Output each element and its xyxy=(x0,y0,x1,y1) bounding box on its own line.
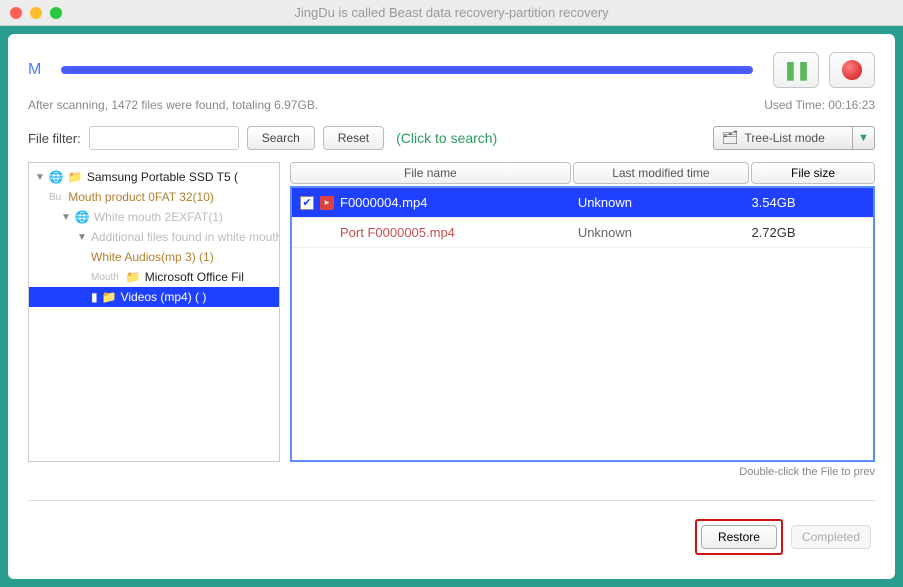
view-mode-selector[interactable]: 🗂 Tree-List mode ▼ xyxy=(713,126,875,150)
status-row: After scanning, 1472 files were found, t… xyxy=(28,98,875,112)
completed-button[interactable]: Completed xyxy=(791,525,871,549)
disclosure-icon[interactable]: ▼ xyxy=(35,172,45,183)
progress-bar xyxy=(61,66,753,74)
view-mode-body[interactable]: 🗂 Tree-List mode xyxy=(713,126,853,150)
divider xyxy=(28,500,875,501)
pause-icon: ❚❚ xyxy=(783,60,809,81)
file-modified: Unknown xyxy=(578,225,752,240)
column-headers: File name Last modified time File size xyxy=(290,162,875,184)
tree-icon: 🗂 xyxy=(722,130,739,146)
tree-node-selected[interactable]: ▮ 📁 Videos (mp4) ( ) xyxy=(29,287,279,307)
stop-button[interactable] xyxy=(829,52,875,88)
col-size[interactable]: File size xyxy=(751,162,875,184)
tree-label: Additional files found in white mouth (3… xyxy=(91,230,280,244)
file-icon: ▮ xyxy=(91,290,98,304)
reset-button[interactable]: Reset xyxy=(323,126,384,150)
folder-icon: 📁 xyxy=(68,170,83,184)
file-row[interactable]: ✔ ▸ F0000004.mp4 Unknown 3.54GB xyxy=(292,188,873,218)
file-name: F0000004.mp4 xyxy=(340,195,427,210)
top-controls: M ❚❚ xyxy=(28,52,875,88)
search-hint: (Click to search) xyxy=(396,130,497,146)
file-size: 3.54GB xyxy=(751,195,873,210)
tree-node[interactable]: Bu Mouth product 0FAT 32(10) xyxy=(29,187,279,207)
chevron-down-icon[interactable]: ▼ xyxy=(853,126,875,150)
file-row[interactable]: Port F0000005.mp4 Unknown 2.72GB xyxy=(292,218,873,248)
tree-label: White Audios(mp 3) (1) xyxy=(91,250,214,264)
tree-node[interactable]: Mouth 📁 Microsoft Office Fil xyxy=(29,267,279,287)
bottom-hint: Double-click the File to prev xyxy=(28,466,875,478)
tree-prefix: Mouth xyxy=(91,272,119,283)
file-name: Port F0000005.mp4 xyxy=(340,225,455,240)
view-mode-label: Tree-List mode xyxy=(745,131,825,145)
file-name-cell: Port F0000005.mp4 xyxy=(292,225,578,240)
restore-button[interactable]: Restore xyxy=(701,525,777,549)
col-filename[interactable]: File name xyxy=(290,162,571,184)
folder-icon: 📁 xyxy=(102,290,117,304)
folder-icon: 📁 xyxy=(126,270,141,284)
tree-node[interactable]: ▼ Additional files found in white mouth … xyxy=(29,227,279,247)
stop-icon xyxy=(842,60,862,80)
filter-input[interactable] xyxy=(89,126,239,150)
restore-highlight: Restore xyxy=(695,519,783,555)
tree-label: Mouth product 0FAT 32(10) xyxy=(68,190,214,204)
content: M ❚❚ After scanning, 1472 files were fou… xyxy=(8,34,895,579)
tree-node[interactable]: ▼ 🌐 📁 Samsung Portable SSD T5 ( xyxy=(29,167,279,187)
app-window: JingDu is called Beast data recovery-par… xyxy=(0,0,903,587)
filter-row: File filter: Search Reset (Click to sear… xyxy=(28,126,875,150)
video-file-icon: ▸ xyxy=(320,196,334,210)
tree-prefix: Bu xyxy=(49,192,61,203)
search-button[interactable]: Search xyxy=(247,126,315,150)
folder-tree[interactable]: ▼ 🌐 📁 Samsung Portable SSD T5 ( Bu Mouth p… xyxy=(28,162,280,462)
tree-label: Samsung Portable SSD T5 ( xyxy=(87,170,238,184)
disclosure-icon[interactable]: ▼ xyxy=(61,212,71,223)
tree-node[interactable]: White Audios(mp 3) (1) xyxy=(29,247,279,267)
globe-icon: 🌐 xyxy=(75,210,90,224)
drive-icon: 🌐 xyxy=(49,170,64,184)
footer: Restore Completed xyxy=(28,519,875,555)
pause-button[interactable]: ❚❚ xyxy=(773,52,819,88)
file-size: 2.72GB xyxy=(751,225,873,240)
used-time: Used Time: 00:16:23 xyxy=(764,98,875,112)
col-modified[interactable]: Last modified time xyxy=(573,162,749,184)
main-panels: ▼ 🌐 📁 Samsung Portable SSD T5 ( Bu Mouth p… xyxy=(28,162,875,462)
titlebar: JingDu is called Beast data recovery-par… xyxy=(0,0,903,26)
tree-label: Videos (mp4) ( ) xyxy=(121,290,207,304)
file-list[interactable]: ✔ ▸ F0000004.mp4 Unknown 3.54GB Po xyxy=(290,186,875,462)
tree-label: White mouth 2EXFAT(1) xyxy=(94,210,223,224)
scan-label: M xyxy=(28,61,41,79)
scan-summary: After scanning, 1472 files were found, t… xyxy=(28,98,318,112)
file-name-cell: ✔ ▸ F0000004.mp4 xyxy=(292,195,578,210)
tree-node[interactable]: ▼ 🌐 White mouth 2EXFAT(1) xyxy=(29,207,279,227)
disclosure-icon[interactable]: ▼ xyxy=(77,232,87,243)
file-panel: File name Last modified time File size ✔… xyxy=(290,162,875,462)
file-modified: Unknown xyxy=(578,195,752,210)
filter-label: File filter: xyxy=(28,131,81,146)
checkbox[interactable]: ✔ xyxy=(300,196,314,210)
content-frame: M ❚❚ After scanning, 1472 files were fou… xyxy=(0,26,903,587)
window-title: JingDu is called Beast data recovery-par… xyxy=(0,5,903,20)
tree-label: Microsoft Office Fil xyxy=(145,270,244,284)
